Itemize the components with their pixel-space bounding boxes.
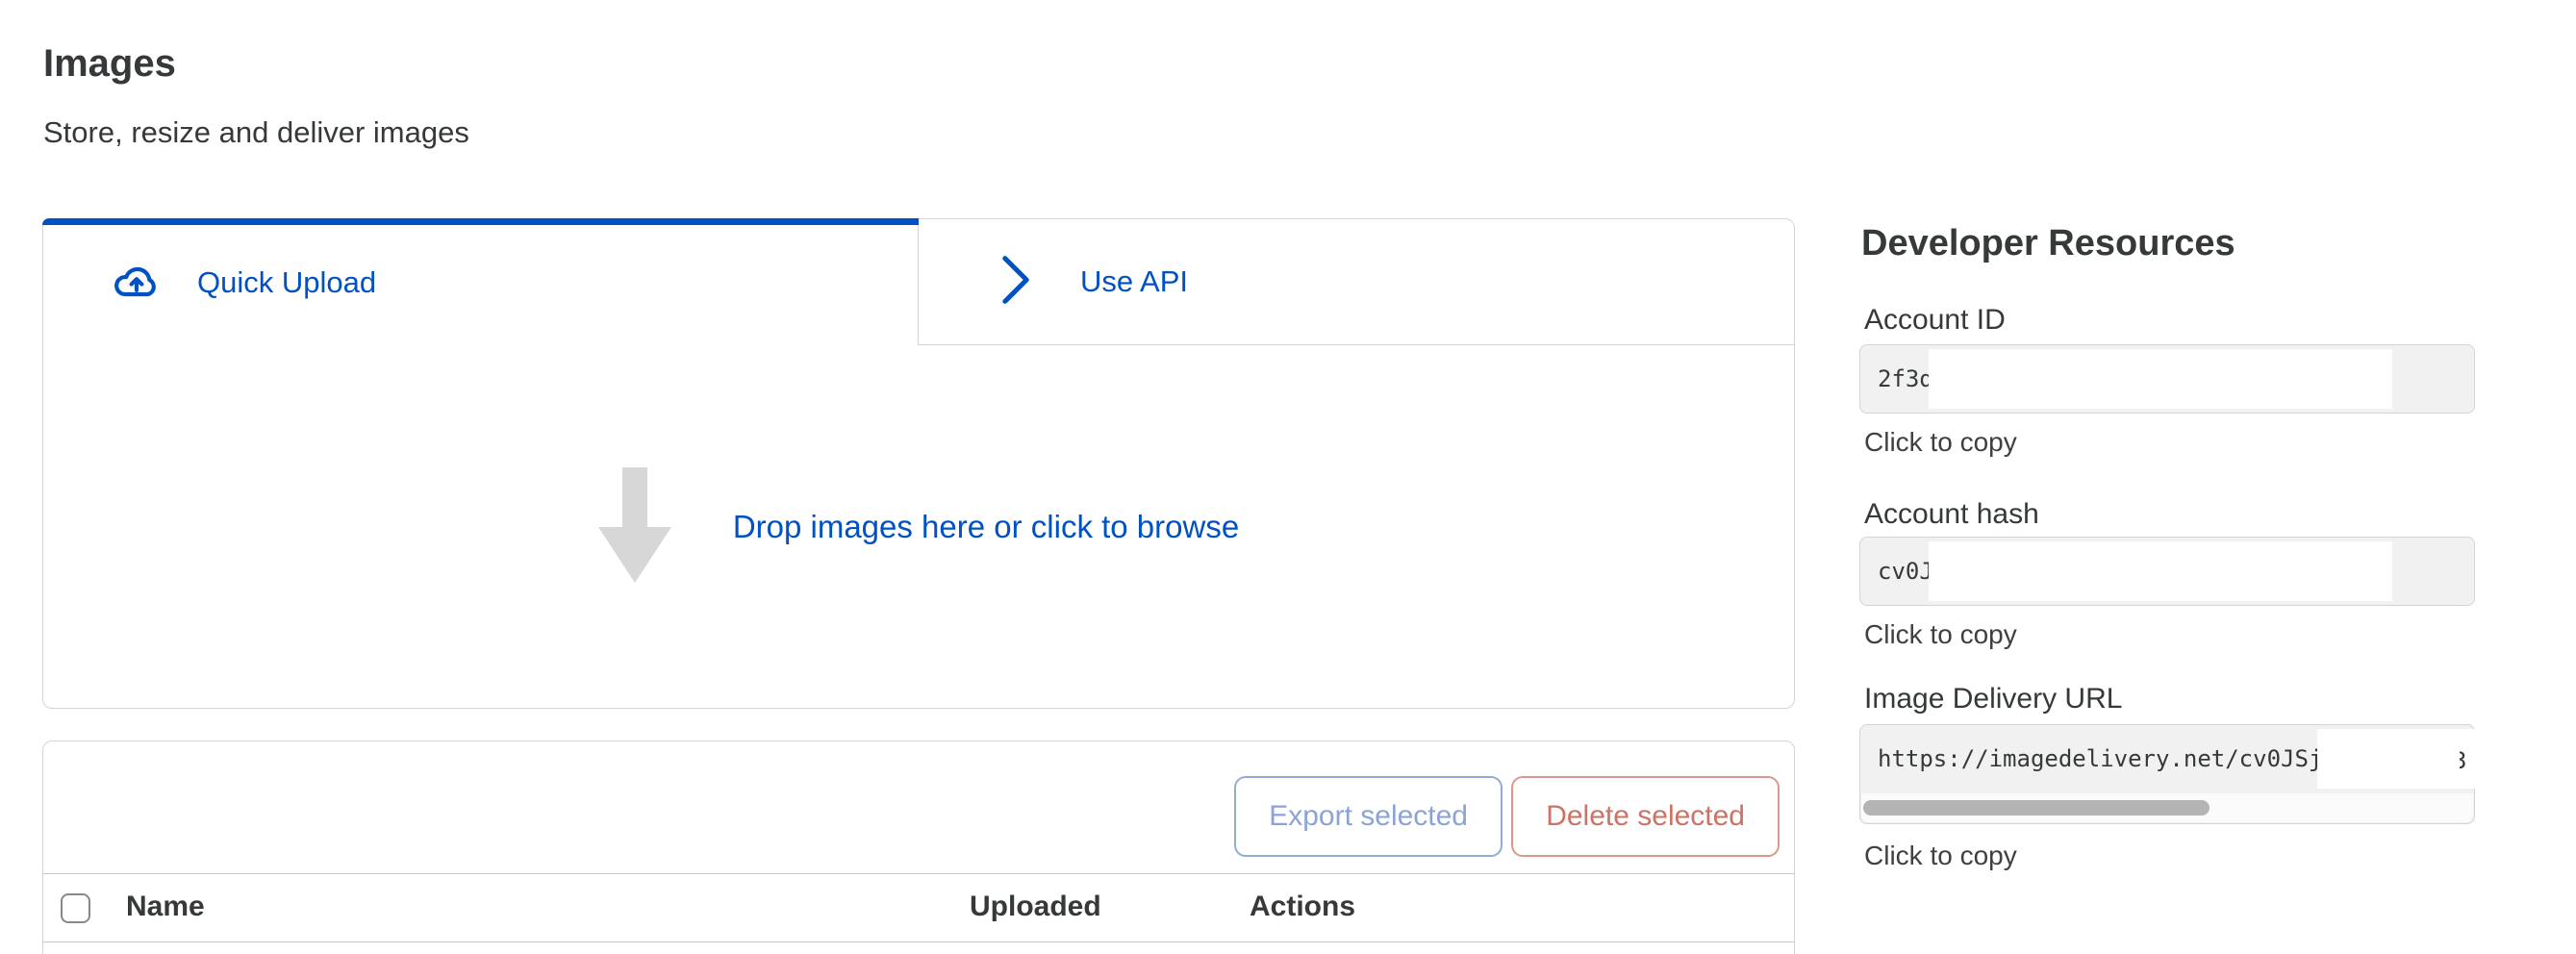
image-delivery-url-value: https://imagedelivery.net/cv0JSj bbox=[1878, 725, 2322, 792]
images-table-panel: Export selected Delete selected Name Upl… bbox=[42, 741, 1795, 954]
account-id-label: Account ID bbox=[1864, 304, 2006, 337]
chevron-right-icon bbox=[999, 253, 1032, 312]
column-header-actions: Actions bbox=[1250, 891, 1355, 923]
partial-character-fragment: 3 bbox=[2460, 741, 2470, 780]
image-delivery-url-label: Image Delivery URL bbox=[1864, 683, 2122, 716]
redaction-overlay bbox=[1929, 541, 2392, 601]
page-title: Images bbox=[43, 42, 176, 86]
tab-quick-upload[interactable]: Quick Upload bbox=[43, 219, 918, 345]
account-hash-copy-hint[interactable]: Click to copy bbox=[1864, 619, 2017, 650]
arrow-down-icon bbox=[598, 467, 671, 588]
tab-row: Quick Upload Use API bbox=[43, 219, 1794, 345]
image-delivery-url-field[interactable]: https://imagedelivery.net/cv0JSj 3 bbox=[1859, 724, 2475, 824]
select-all-checkbox[interactable] bbox=[61, 893, 90, 923]
delete-selected-button[interactable]: Delete selected bbox=[1511, 776, 1780, 857]
horizontal-scrollbar-track bbox=[1861, 793, 2473, 822]
dropzone-label: Drop images here or click to browse bbox=[733, 509, 1239, 545]
tab-use-api[interactable]: Use API bbox=[918, 219, 1794, 345]
images-dashboard-page: Images Store, resize and deliver images … bbox=[0, 0, 2576, 954]
account-hash-label: Account hash bbox=[1864, 498, 2039, 531]
cloud-upload-icon bbox=[105, 256, 168, 309]
image-delivery-url-copy-hint[interactable]: Click to copy bbox=[1864, 841, 2017, 871]
page-subtitle: Store, resize and deliver images bbox=[43, 115, 469, 150]
export-selected-button[interactable]: Export selected bbox=[1234, 776, 1503, 857]
table-header-row: Name Uploaded Actions bbox=[43, 873, 1794, 942]
redaction-overlay bbox=[2317, 729, 2475, 789]
account-id-field[interactable]: 2f3d bbox=[1859, 344, 2475, 414]
horizontal-scrollbar-thumb[interactable] bbox=[1863, 800, 2210, 816]
active-tab-indicator bbox=[42, 218, 919, 225]
redaction-overlay bbox=[1929, 349, 2392, 409]
column-header-name: Name bbox=[126, 891, 205, 923]
tab-use-api-label: Use API bbox=[1080, 264, 1188, 299]
account-id-value: 2f3d bbox=[1878, 345, 1933, 413]
tab-quick-upload-label: Quick Upload bbox=[197, 265, 376, 300]
account-hash-field[interactable]: cv0J bbox=[1859, 537, 2475, 606]
table-toolbar: Export selected Delete selected bbox=[43, 741, 1794, 873]
column-header-uploaded: Uploaded bbox=[970, 891, 1101, 923]
account-hash-value: cv0J bbox=[1878, 538, 1933, 605]
image-dropzone[interactable]: Drop images here or click to browse bbox=[43, 345, 1794, 709]
developer-resources-heading: Developer Resources bbox=[1861, 223, 2235, 264]
upload-panel: Quick Upload Use API Drop images here or… bbox=[42, 218, 1795, 709]
account-id-copy-hint[interactable]: Click to copy bbox=[1864, 427, 2017, 458]
